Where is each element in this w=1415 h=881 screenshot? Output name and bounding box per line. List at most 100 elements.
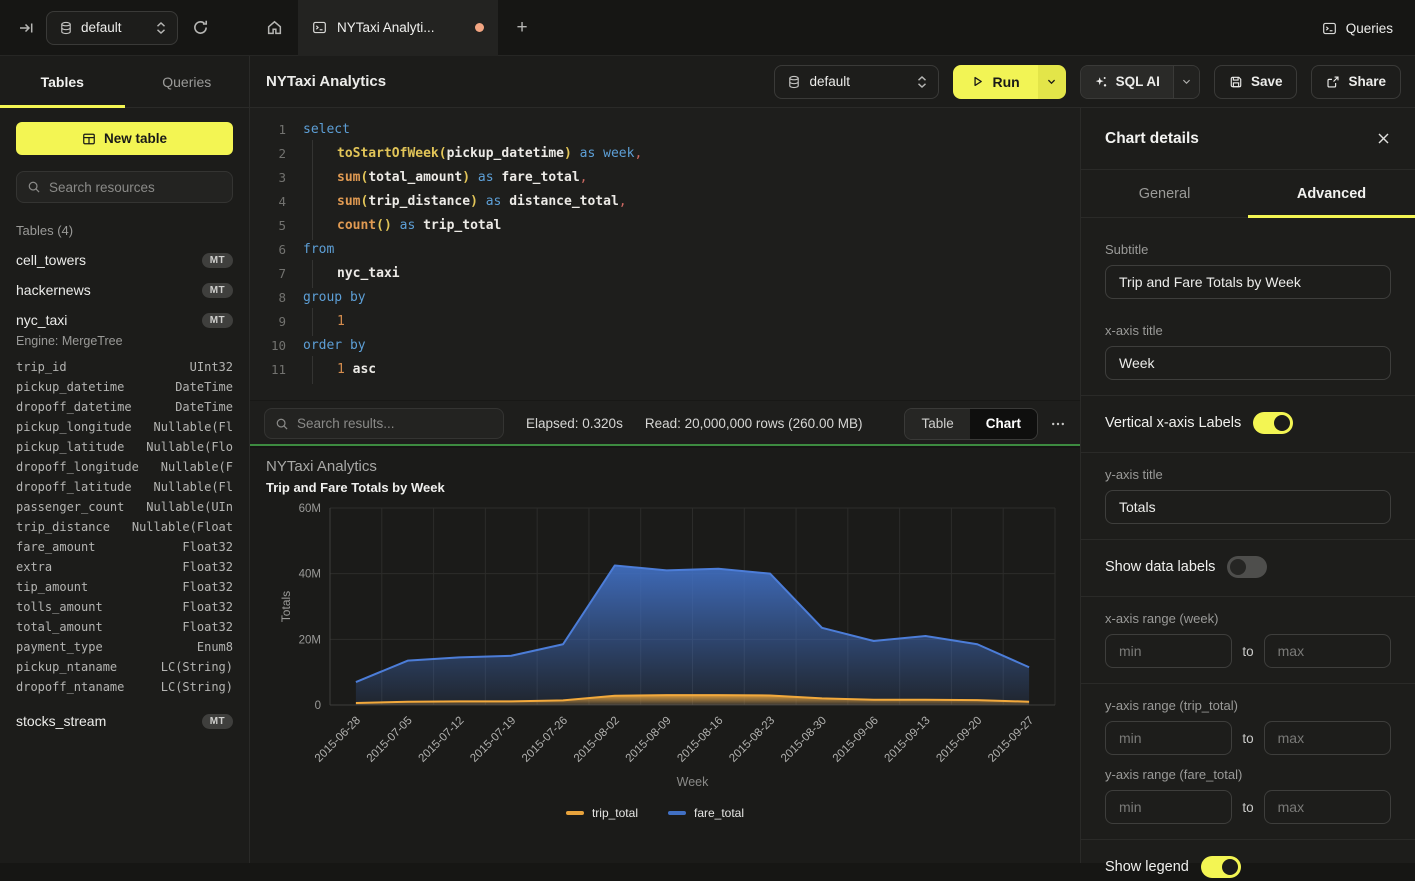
svg-text:Totals: Totals — [279, 591, 293, 622]
svg-text:2015-09-27: 2015-09-27 — [986, 715, 1036, 765]
panel-title: Chart details — [1105, 130, 1199, 148]
svg-text:2015-08-02: 2015-08-02 — [572, 715, 622, 765]
home-icon[interactable] — [250, 0, 298, 56]
tab-advanced[interactable]: Advanced — [1248, 170, 1415, 217]
svg-text:2015-07-26: 2015-07-26 — [520, 715, 570, 765]
yaxis-range-trip-min-input[interactable] — [1105, 721, 1232, 755]
column-row: pickup_ntanameLC(String) — [16, 657, 233, 677]
elapsed-stat: Elapsed: 0.320s — [526, 416, 623, 431]
table-row-stocks-stream[interactable]: stocks_stream MT — [16, 713, 233, 729]
legend-item-trip_total[interactable]: trip_total — [566, 806, 638, 820]
legend-item-fare_total[interactable]: fare_total — [668, 806, 744, 820]
legend-label: fare_total — [694, 806, 744, 820]
tab-nytaxi-analytics[interactable]: NYTaxi Analyti... — [298, 0, 498, 56]
yaxis-range-fare-min-input[interactable] — [1105, 790, 1232, 824]
column-row: dropoff_longitudeNullable(F — [16, 457, 233, 477]
vertical-labels-toggle[interactable] — [1253, 412, 1293, 434]
table-row-nyc-taxi[interactable]: nyc_taxi MT — [16, 312, 233, 328]
code-line: 7nyc_taxi — [260, 262, 1080, 286]
sidebar: Tables Queries New table Tables (4) cell… — [0, 56, 250, 863]
svg-text:2015-09-20: 2015-09-20 — [934, 715, 984, 765]
legend-swatch — [668, 811, 686, 815]
subtitle-input[interactable] — [1105, 265, 1391, 299]
refresh-icon[interactable] — [192, 19, 209, 36]
run-database-selector[interactable]: default — [774, 65, 939, 99]
header-actions: default Run SQL AI — [774, 65, 1401, 99]
vertical-labels-label: Vertical x-axis Labels — [1105, 415, 1241, 431]
xaxis-title-input[interactable] — [1105, 346, 1391, 380]
svg-text:2015-09-13: 2015-09-13 — [883, 715, 933, 765]
sql-editor[interactable]: 1select2toStartOfWeek(pickup_datetime) a… — [250, 108, 1080, 400]
terminal-icon — [1322, 21, 1337, 36]
database-icon — [787, 75, 801, 89]
code-line: 10order by — [260, 334, 1080, 358]
chart-title: NYTaxi Analytics — [266, 458, 445, 475]
yaxis-range-trip-max-input[interactable] — [1264, 721, 1391, 755]
yaxis-title-input[interactable] — [1105, 490, 1391, 524]
search-resources-input[interactable] — [49, 180, 222, 195]
tab-title: NYTaxi Analyti... — [337, 20, 465, 35]
tab-general[interactable]: General — [1081, 170, 1248, 217]
view-toggle-table[interactable]: Table — [905, 409, 969, 439]
tab-bar: NYTaxi Analyti... + — [250, 0, 546, 56]
table-row-cell-towers[interactable]: cell_towers MT — [16, 252, 233, 268]
play-icon — [971, 75, 984, 88]
xaxis-range-min-input[interactable] — [1105, 634, 1232, 668]
yaxis-range-fare-row: to — [1105, 790, 1391, 824]
divider — [1081, 395, 1415, 396]
to-label: to — [1242, 731, 1253, 746]
close-icon[interactable] — [1376, 131, 1391, 146]
subtitle-label: Subtitle — [1105, 242, 1391, 257]
new-table-button[interactable]: New table — [16, 122, 233, 155]
save-button[interactable]: Save — [1214, 65, 1298, 99]
xaxis-range-max-input[interactable] — [1264, 634, 1391, 668]
column-row: payment_typeEnum8 — [16, 637, 233, 657]
column-row: dropoff_latitudeNullable(Fl — [16, 477, 233, 497]
legend-swatch — [566, 811, 584, 815]
column-row: tip_amountFloat32 — [16, 577, 233, 597]
to-label: to — [1242, 800, 1253, 815]
vertical-labels-row: Vertical x-axis Labels — [1105, 409, 1391, 437]
search-results-input[interactable] — [297, 416, 493, 431]
column-row: total_amountFloat32 — [16, 617, 233, 637]
sql-ai-chevron-icon[interactable] — [1173, 66, 1199, 98]
sidebar-search — [16, 171, 233, 203]
queries-button[interactable]: Queries — [1322, 0, 1393, 56]
run-button[interactable]: Run — [953, 65, 1037, 99]
svg-text:2015-09-06: 2015-09-06 — [831, 715, 881, 765]
more-options-icon[interactable] — [1050, 416, 1066, 432]
new-tab-plus-icon[interactable]: + — [498, 0, 546, 56]
sidebar-tab-tables[interactable]: Tables — [0, 56, 125, 107]
sql-ai-button[interactable]: SQL AI — [1081, 66, 1173, 98]
toggle-knob — [1274, 415, 1290, 431]
panel-header: Chart details — [1081, 108, 1415, 170]
show-legend-toggle[interactable] — [1201, 856, 1241, 878]
table-row-hackernews[interactable]: hackernews MT — [16, 282, 233, 298]
toggle-knob — [1222, 859, 1238, 875]
show-data-labels-row: Show data labels — [1105, 553, 1391, 581]
new-table-label: New table — [104, 131, 167, 146]
yaxis-range-trip-row: to — [1105, 721, 1391, 755]
panel-tabs: General Advanced — [1081, 170, 1415, 218]
xaxis-title-label: x-axis title — [1105, 323, 1391, 338]
chart-header: NYTaxi Analytics Trip and Fare Totals by… — [266, 458, 445, 495]
legend-label: trip_total — [592, 806, 638, 820]
save-icon — [1229, 75, 1243, 89]
queries-button-label: Queries — [1346, 21, 1393, 36]
show-data-labels-toggle[interactable] — [1227, 556, 1267, 578]
run-options-chevron-icon[interactable] — [1038, 65, 1066, 99]
run-database-value: default — [809, 74, 908, 89]
share-button[interactable]: Share — [1311, 65, 1401, 99]
code-line: 1select — [260, 118, 1080, 142]
sidebar-tab-queries[interactable]: Queries — [125, 56, 250, 107]
rows-read-stat: Read: 20,000,000 rows (260.00 MB) — [645, 416, 863, 431]
code-line: 91 — [260, 310, 1080, 334]
column-row: extraFloat32 — [16, 557, 233, 577]
svg-text:2015-08-09: 2015-08-09 — [624, 715, 674, 765]
database-selector[interactable]: default — [46, 11, 178, 45]
yaxis-range-fare-max-input[interactable] — [1264, 790, 1391, 824]
view-toggle-chart[interactable]: Chart — [970, 409, 1037, 439]
xaxis-range-label: x-axis range (week) — [1105, 611, 1391, 626]
collapse-sidebar-icon[interactable] — [18, 20, 34, 36]
column-row: dropoff_ntanameLC(String) — [16, 677, 233, 697]
